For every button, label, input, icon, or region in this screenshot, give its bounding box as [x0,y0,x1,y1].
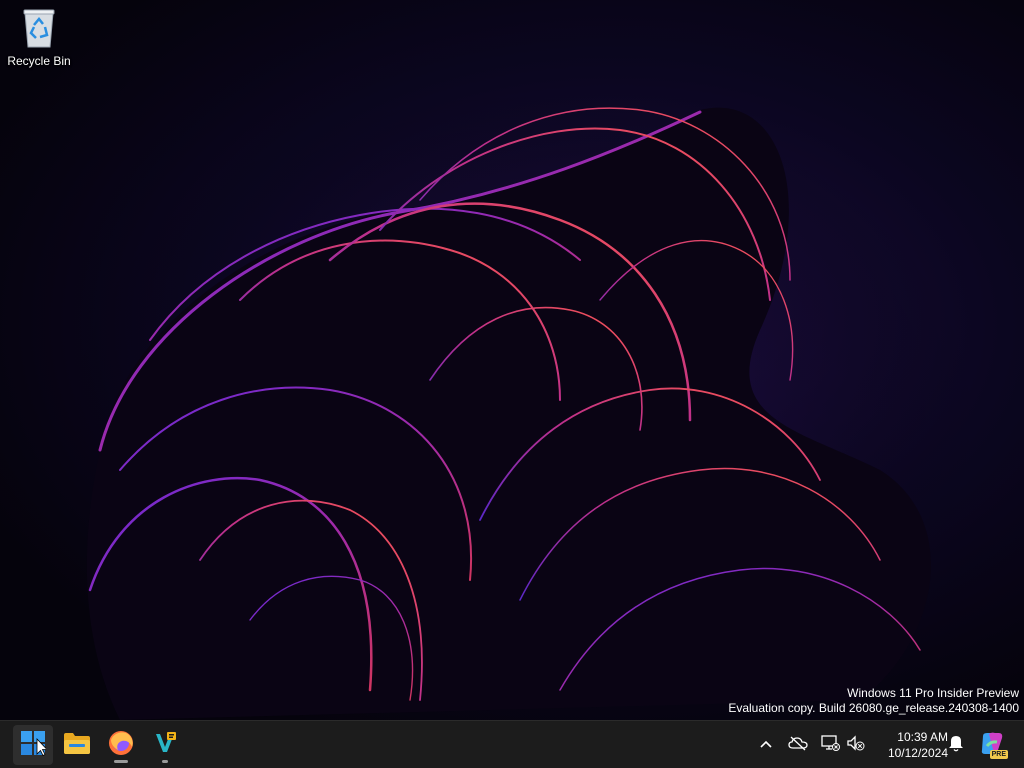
wallpaper-bloom [60,90,980,720]
bell-icon [948,734,964,757]
vscode-icon [152,730,178,761]
firefox-button[interactable] [101,725,141,765]
running-indicator [162,760,168,763]
clock[interactable]: 10:39 AM 10/12/2024 [872,729,948,761]
copilot-button[interactable]: PRE [978,731,1008,759]
desktop-icon-label: Recycle Bin [7,54,71,68]
running-indicator [114,760,128,763]
onedrive-offline-icon [788,735,808,756]
volume-muted-icon [846,734,866,757]
file-explorer-button[interactable] [57,725,97,765]
chevron-up-icon [759,736,773,754]
start-button[interactable] [13,725,53,765]
taskbar: 10:39 AM 10/12/2024 PRE [0,720,1024,768]
network-button[interactable] [818,733,842,757]
recycle-bin-icon [19,6,59,50]
show-hidden-icons-button[interactable] [754,733,778,757]
evaluation-watermark: Windows 11 Pro Insider Preview Evaluatio… [728,686,1019,716]
network-icon [820,734,840,757]
desktop[interactable]: Recycle Bin Windows 11 Pro Insider Previ… [0,0,1024,720]
desktop-icon-recycle-bin[interactable]: Recycle Bin [4,6,74,74]
folder-icon [63,731,91,760]
firefox-icon [108,730,134,761]
vscode-button[interactable] [145,725,185,765]
onedrive-button[interactable] [786,733,810,757]
windows-start-icon [20,730,48,761]
clock-time: 10:39 AM [897,730,948,744]
copilot-badge: PRE [989,750,1008,759]
watermark-edition: Windows 11 Pro Insider Preview [847,686,1019,700]
clock-date: 10/12/2024 [887,746,948,760]
volume-button[interactable] [844,733,868,757]
watermark-build: Evaluation copy. Build 26080.ge_release.… [728,701,1019,715]
notifications-button[interactable] [944,733,968,757]
